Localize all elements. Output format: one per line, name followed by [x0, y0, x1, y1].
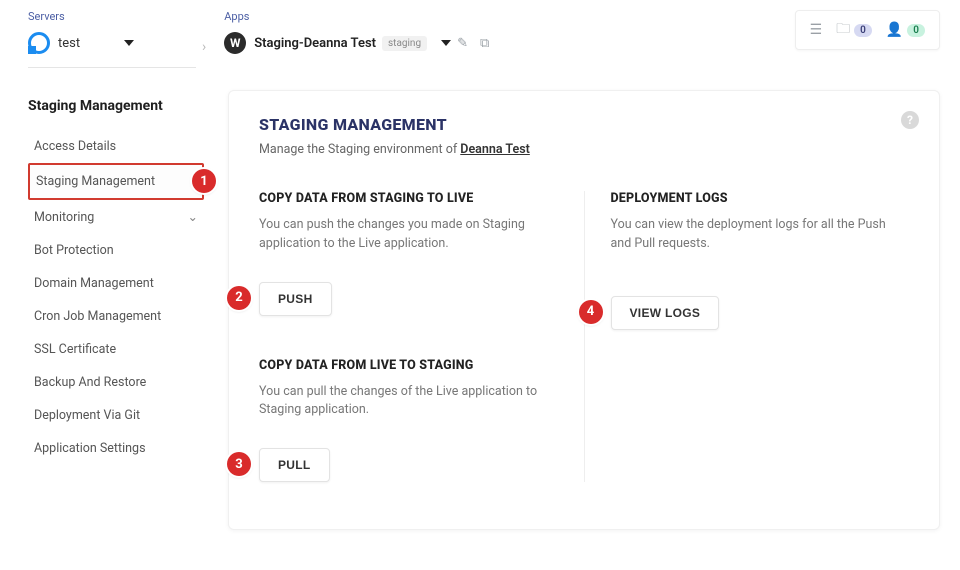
sidebar-item-label: Cron Job Management	[34, 309, 161, 324]
content-columns: COPY DATA FROM STAGING TO LIVE You can p…	[259, 191, 909, 482]
annotation-bubble-1: 1	[192, 169, 216, 193]
column-left: COPY DATA FROM STAGING TO LIVE You can p…	[259, 191, 584, 482]
top-right-toolbar: ☰ 🗀0 👤0	[795, 10, 940, 50]
user-icon[interactable]: 👤0	[886, 22, 925, 38]
push-button[interactable]: PUSH	[259, 282, 332, 316]
sidebar-item-access-details[interactable]: Access Details	[28, 130, 204, 163]
sidebar-item-label: SSL Certificate	[34, 342, 116, 357]
digitalocean-icon	[28, 32, 50, 54]
annotation-bubble-2: 2	[227, 286, 251, 310]
content-panel: ? STAGING MANAGEMENT Manage the Staging …	[228, 90, 940, 530]
server-name: test	[58, 36, 80, 51]
sidebar-item-backup-and-restore[interactable]: Backup And Restore	[28, 366, 204, 399]
main-layout: Staging Management Access Details Stagin…	[0, 68, 960, 530]
sidebar-item-cron-job-management[interactable]: Cron Job Management	[28, 300, 204, 333]
pull-desc: You can pull the changes of the Live app…	[259, 383, 558, 421]
breadcrumb-apps[interactable]: Apps W Staging-Deanna Test staging ✎ ⧉	[224, 10, 495, 59]
sidebar-item-staging-management[interactable]: Staging Management 1	[28, 163, 204, 200]
sidebar-item-label: Domain Management	[34, 276, 154, 291]
caret-down-icon[interactable]	[441, 40, 451, 46]
view-logs-button[interactable]: VIEW LOGS	[611, 296, 720, 330]
section-push: COPY DATA FROM STAGING TO LIVE You can p…	[259, 191, 558, 316]
servers-label: Servers	[28, 10, 196, 23]
logs-title: DEPLOYMENT LOGS	[611, 191, 910, 206]
pull-button[interactable]: PULL	[259, 448, 330, 482]
sidebar-item-label: Backup And Restore	[34, 375, 146, 390]
sidebar-item-bot-protection[interactable]: Bot Protection	[28, 234, 204, 267]
page-subtitle-link[interactable]: Deanna Test	[460, 142, 530, 157]
apps-label: Apps	[224, 10, 495, 23]
sidebar-item-label: Bot Protection	[34, 243, 114, 258]
sidebar-item-label: Staging Management	[36, 174, 155, 189]
annotation-bubble-3: 3	[227, 452, 251, 476]
logs-desc: You can view the deployment logs for all…	[611, 216, 910, 254]
sidebar-item-deployment-via-git[interactable]: Deployment Via Git	[28, 399, 204, 432]
list-icon[interactable]: ☰	[810, 22, 823, 38]
wordpress-icon: W	[224, 32, 246, 54]
section-logs: DEPLOYMENT LOGS You can view the deploym…	[611, 191, 910, 330]
user-badge: 0	[907, 24, 925, 37]
edit-icon[interactable]: ✎	[457, 36, 468, 51]
sidebar-item-domain-management[interactable]: Domain Management	[28, 267, 204, 300]
push-desc: You can push the changes you made on Sta…	[259, 216, 558, 254]
pull-title: COPY DATA FROM LIVE TO STAGING	[259, 358, 558, 373]
staging-pill: staging	[382, 36, 427, 51]
open-external-icon[interactable]: ⧉	[480, 36, 489, 51]
chevron-down-icon: ⌄	[188, 209, 198, 225]
folder-badge: 0	[854, 24, 872, 37]
sidebar-title: Staging Management	[28, 98, 204, 114]
push-title: COPY DATA FROM STAGING TO LIVE	[259, 191, 558, 206]
help-icon[interactable]: ?	[901, 111, 919, 129]
sidebar: Staging Management Access Details Stagin…	[28, 68, 204, 530]
page-subtitle: Manage the Staging environment of Deanna…	[259, 142, 909, 157]
page-title: STAGING MANAGEMENT	[259, 115, 909, 134]
top-bar: Servers test › Apps W Staging-Deanna Tes…	[0, 0, 960, 68]
annotation-bubble-4: 4	[579, 300, 603, 324]
sidebar-item-application-settings[interactable]: Application Settings	[28, 432, 204, 465]
chevron-right-icon: ›	[202, 39, 206, 55]
sidebar-item-label: Application Settings	[34, 441, 146, 456]
section-pull: COPY DATA FROM LIVE TO STAGING You can p…	[259, 358, 558, 483]
folder-icon[interactable]: 🗀0	[836, 18, 872, 42]
app-name: Staging-Deanna Test	[254, 36, 376, 51]
sidebar-item-label: Access Details	[34, 139, 116, 154]
page-subtitle-text: Manage the Staging environment of	[259, 142, 460, 157]
sidebar-item-label: Monitoring	[34, 210, 94, 225]
sidebar-item-ssl-certificate[interactable]: SSL Certificate	[28, 333, 204, 366]
sidebar-item-monitoring[interactable]: Monitoring ⌄	[28, 200, 204, 234]
breadcrumb-servers[interactable]: Servers test	[28, 10, 196, 68]
caret-down-icon[interactable]	[124, 40, 134, 46]
column-right: DEPLOYMENT LOGS You can view the deploym…	[584, 191, 910, 482]
sidebar-item-label: Deployment Via Git	[34, 408, 140, 423]
